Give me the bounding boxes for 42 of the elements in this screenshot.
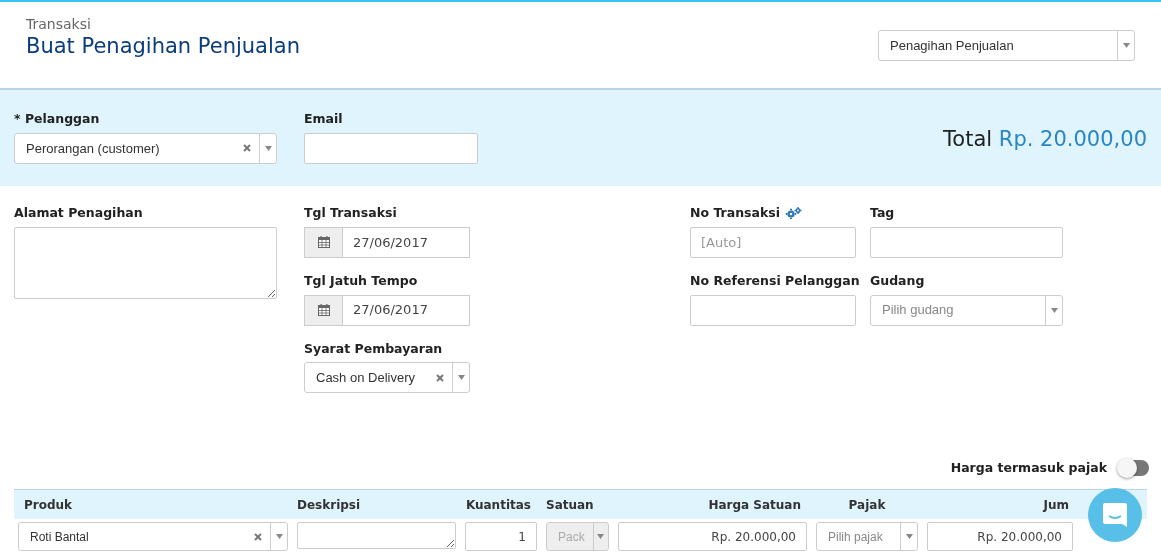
- select-field[interactable]: Cash on Delivery: [304, 362, 470, 394]
- column-header: Kuantitas: [465, 496, 532, 514]
- toggle-switch[interactable]: [1119, 460, 1149, 477]
- type-select[interactable]: Penagihan Penjualan: [878, 30, 1135, 61]
- amount-field[interactable]: Rp. 20.000,00: [927, 522, 1073, 552]
- calendar-icon[interactable]: [304, 226, 342, 258]
- toggle-label: Harga termasuk pajak: [950, 458, 1107, 477]
- column-header: Satuan: [546, 496, 595, 514]
- field-label: Email: [304, 110, 343, 128]
- input-field[interactable]: [304, 132, 478, 164]
- column-header: Jum: [1041, 496, 1070, 514]
- date-field[interactable]: 27/06/2017: [342, 294, 470, 326]
- column-header: Harga Satuan: [707, 496, 802, 514]
- field-label: No Referensi Pelanggan: [690, 271, 860, 290]
- calendar-icon[interactable]: [304, 294, 342, 326]
- quantity-field[interactable]: 1: [465, 522, 537, 552]
- select-field: Pack: [546, 522, 609, 552]
- field-label: Alamat Penagihan: [14, 204, 143, 222]
- column-header: Pajak: [847, 496, 887, 514]
- gear-icon[interactable]: [784, 207, 803, 220]
- select-field[interactable]: Perorangan (customer): [14, 132, 277, 164]
- input-field[interactable]: [690, 294, 856, 326]
- field-label: Tag: [870, 204, 895, 222]
- select-field[interactable]: Pilih pajak: [816, 522, 918, 552]
- column-header: Produk: [23, 496, 74, 514]
- column-header: Deskripsi: [297, 496, 362, 514]
- field-label: No Transaksi: [690, 204, 780, 222]
- field-label: Syarat Pembayaran: [304, 339, 443, 358]
- chat-button[interactable]: [1088, 488, 1142, 542]
- date-field[interactable]: 27/06/2017: [342, 226, 470, 258]
- breadcrumb: Transaksi: [26, 16, 92, 32]
- select-field[interactable]: Pilih gudang: [870, 294, 1063, 326]
- field-label: Tgl Jatuh Tempo: [304, 271, 418, 290]
- input-field[interactable]: [870, 226, 1063, 258]
- amount-field[interactable]: Rp. 20.000,00: [618, 522, 807, 552]
- page-title: Buat Penagihan Penjualan: [26, 33, 300, 60]
- field-label: Gudang: [870, 271, 925, 290]
- select-field[interactable]: Roti Bantal: [18, 522, 288, 552]
- chat-icon: [1101, 501, 1129, 529]
- field-label: * Pelanggan: [14, 110, 100, 128]
- total-amount: Total Rp. 20.000,00: [943, 126, 1147, 153]
- field-label: Tgl Transaksi: [304, 204, 397, 222]
